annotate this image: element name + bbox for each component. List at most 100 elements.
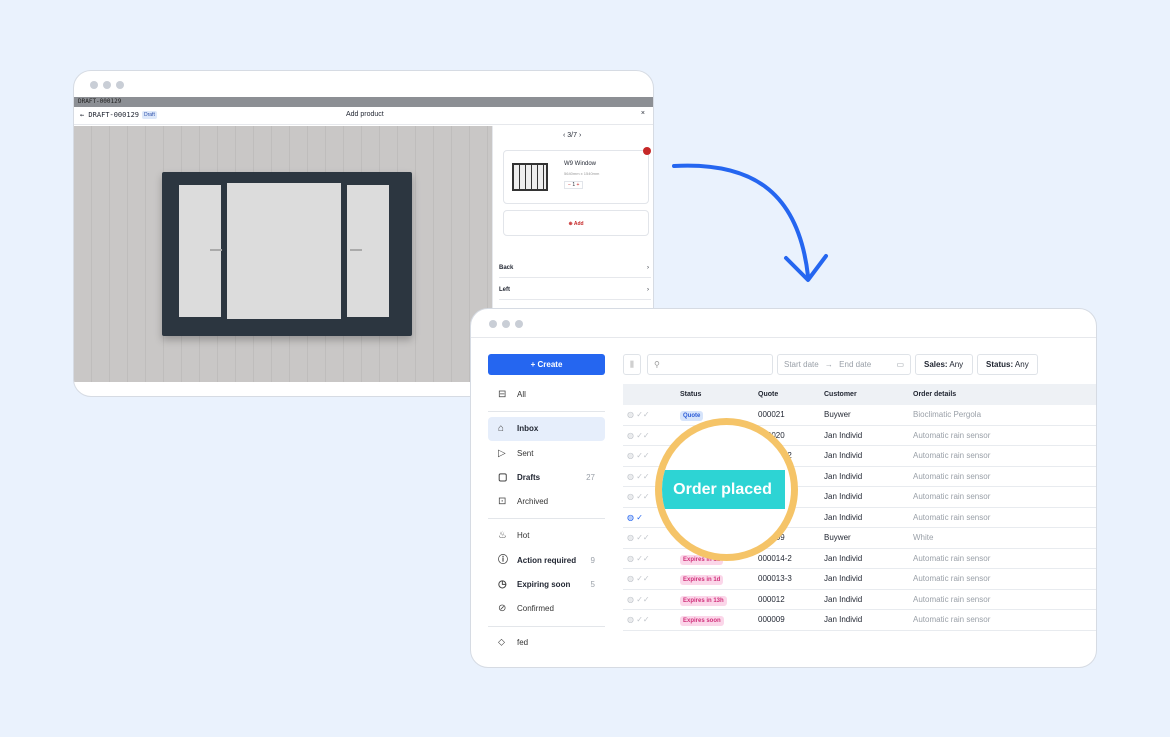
sidebar-item-label: Inbox xyxy=(517,424,539,433)
product-card[interactable]: W9 Window 5640mm x 1540mm − 1 + xyxy=(503,147,651,204)
customer-cell: Jan Individ xyxy=(824,451,863,460)
header-quote[interactable]: Quote xyxy=(758,384,778,405)
details-cell: Automatic rain sensor xyxy=(913,615,991,624)
arrow-icon: → xyxy=(824,360,833,369)
create-button[interactable]: + Create xyxy=(488,354,605,375)
transition-arrow-icon xyxy=(672,163,828,282)
status-icons: ◍ ✓✓ xyxy=(627,594,650,604)
sidebar-item-all[interactable]: ⊟ All xyxy=(488,383,605,407)
sidebar-item-drafts[interactable]: ▢ Drafts 27 xyxy=(488,466,605,490)
details-cell: Automatic rain sensor xyxy=(913,430,991,440)
count-badge: 9 xyxy=(590,556,595,565)
table-row[interactable]: ◍ ✓✓ Expires in 13h 000012 Jan Individ Autom… xyxy=(623,590,1096,611)
flame-icon: ♨ xyxy=(498,530,507,541)
check-circle-icon: ⊘ xyxy=(498,603,507,614)
details-cell: Automatic rain sensor xyxy=(913,492,991,501)
sidebar-item-label: Sent xyxy=(517,449,534,458)
quote-cell: 000021 xyxy=(758,410,785,419)
inbox-stack-icon: ⊟ xyxy=(498,389,507,400)
window-controls xyxy=(489,320,523,328)
status-badge: Expires in 1d xyxy=(680,575,724,585)
back-button[interactable]: ← DRAFT-000129 xyxy=(80,111,139,119)
sidebar-item-confirmed[interactable]: ⊘ Confirmed xyxy=(488,597,605,621)
quote-cell: 000013-3 xyxy=(758,574,792,583)
sidebar-item-sent[interactable]: ▷ Sent xyxy=(488,442,605,466)
table-row[interactable]: ◍ ✓✓ Expires soon 000009 Jan Individ Automat… xyxy=(623,610,1096,631)
window-controls xyxy=(90,81,124,89)
remove-icon[interactable] xyxy=(643,147,651,155)
table-row[interactable]: ◍ ✓✓ Expires in 1d 000013-3 Jan Individ Auto… xyxy=(623,569,1096,590)
status-badge: Expires in 13h xyxy=(680,595,727,606)
search-input[interactable]: ⚲ xyxy=(647,354,773,375)
customer-cell: Jan Individ xyxy=(824,553,863,563)
status-icons: ◍ ✓✓ xyxy=(627,430,650,440)
sidebar-item-hot[interactable]: ♨ Hot xyxy=(488,524,605,548)
search-icon: ⚲ xyxy=(654,360,660,369)
clock-icon: ◷ xyxy=(498,579,507,590)
sidebar-item-action-required[interactable]: ⓘ Action required 9 xyxy=(488,549,605,573)
status-icons: ◍ ✓✓ xyxy=(627,574,650,583)
page-title: Add product xyxy=(346,111,384,118)
header-customer[interactable]: Customer xyxy=(824,384,857,405)
read-check-icon: ◍ ✓ xyxy=(627,512,643,522)
send-icon: ▷ xyxy=(498,448,506,459)
count-badge: 5 xyxy=(590,580,595,589)
quote-cell: 000009 xyxy=(758,615,785,624)
quote-cell: 000014-2 xyxy=(758,553,792,563)
date-range-picker[interactable]: Start date → End date ▭ xyxy=(777,354,911,375)
header-details[interactable]: Order details xyxy=(913,384,956,405)
details-cell: Bioclimatic Pergola xyxy=(913,410,982,419)
status-cell: Expires in 1d xyxy=(680,569,724,590)
header-status[interactable]: Status xyxy=(680,384,701,405)
file-icon: ▢ xyxy=(498,472,508,483)
sidebar-item-label: fed xyxy=(517,638,529,647)
section-left[interactable]: Left › xyxy=(499,280,651,300)
customer-cell: Jan Individ xyxy=(824,492,863,501)
status-cell: Expires soon xyxy=(680,610,724,631)
status-filter[interactable]: Status: Any xyxy=(977,354,1038,375)
filter-value: Any xyxy=(949,360,964,369)
product-name: W9 Window xyxy=(564,161,597,167)
status-cell: Expires in 13h xyxy=(680,590,727,611)
table-header: Status Quote Customer Order details xyxy=(623,384,1096,405)
close-icon[interactable]: × xyxy=(641,110,645,117)
sidebar-item-label: Expiring soon xyxy=(517,580,571,589)
section-label: Left xyxy=(499,287,510,293)
3d-viewer[interactable] xyxy=(74,126,492,382)
status-icons: ◍ ✓✓ xyxy=(627,410,650,419)
start-date: Start date xyxy=(784,360,819,369)
add-button[interactable]: ⊕ Add xyxy=(503,210,649,236)
archive-icon: ⊡ xyxy=(498,496,507,507)
tag-icon: ⬦ xyxy=(498,637,505,648)
status-icons: ◍ ✓✓ xyxy=(627,451,650,460)
chevron-right-icon: › xyxy=(647,287,649,293)
minus-icon[interactable]: − xyxy=(568,182,571,188)
plus-icon[interactable]: + xyxy=(576,182,579,188)
customer-cell: Jan Individ xyxy=(824,594,863,604)
count-badge: 27 xyxy=(586,473,595,482)
sidebar-item-fed[interactable]: ⬦ fed xyxy=(488,631,605,655)
status-icons: ◍ ✓✓ xyxy=(627,615,650,624)
pager[interactable]: ‹ 3/7 › xyxy=(563,132,581,139)
sidebar-item-label: Action required xyxy=(517,556,577,565)
sidebar-item-inbox[interactable]: ⌂ Inbox xyxy=(488,417,605,441)
customer-cell: Jan Individ xyxy=(824,430,863,440)
filter-key: Sales: xyxy=(924,360,948,369)
sidebar-item-expiring-soon[interactable]: ◷ Expiring soon 5 xyxy=(488,573,605,597)
sidebar-item-archived[interactable]: ⊡ Archived xyxy=(488,490,605,514)
table-row[interactable]: ◍ ✓✓ Quote 000021 Buywer Bioclimatic Pergola xyxy=(623,405,1096,426)
customer-cell: Buywer xyxy=(824,410,851,419)
product-thumbnail xyxy=(512,163,548,191)
window-model xyxy=(162,172,412,336)
quantity-stepper[interactable]: − 1 + xyxy=(564,181,584,189)
customer-cell: Buywer xyxy=(824,533,851,542)
status-badge: Quote xyxy=(680,411,704,421)
section-back[interactable]: Back › xyxy=(499,258,651,278)
draft-badge: Draft xyxy=(142,111,157,119)
status-icons: ◍ ✓✓ xyxy=(627,533,650,542)
sales-filter[interactable]: Sales: Any xyxy=(915,354,973,375)
inbox-icon: ⌂ xyxy=(498,423,505,434)
sidebar-item-label: Confirmed xyxy=(517,604,554,613)
columns-icon[interactable]: ⫼ xyxy=(623,354,641,375)
status-icons: ◍ ✓✓ xyxy=(627,492,650,501)
